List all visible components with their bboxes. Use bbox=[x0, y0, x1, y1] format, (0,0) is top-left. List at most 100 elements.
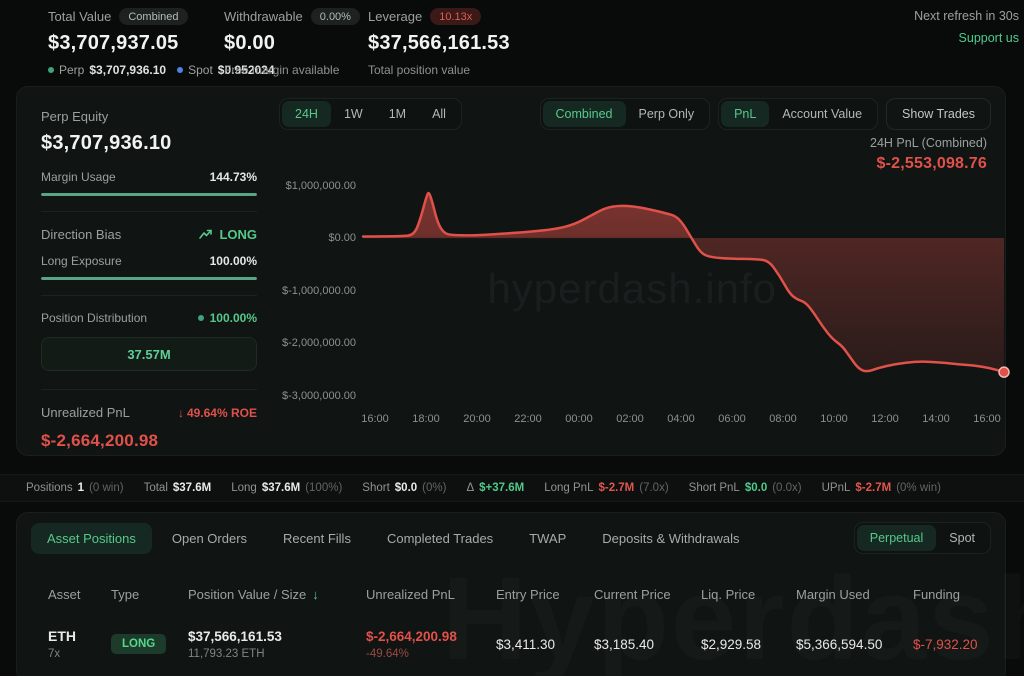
perp-dot-icon bbox=[48, 67, 54, 73]
range-button-1w[interactable]: 1W bbox=[331, 101, 376, 127]
support-us-link[interactable]: Support us bbox=[914, 31, 1019, 45]
column-header-funding[interactable]: Funding bbox=[913, 587, 1005, 602]
x-axis-label: 16:00 bbox=[361, 413, 389, 425]
x-axis-label: 02:00 bbox=[616, 413, 644, 425]
tab-deposits-withdrawals[interactable]: Deposits & Withdrawals bbox=[586, 523, 755, 554]
column-header-unrealized-pnl[interactable]: Unrealized PnL bbox=[366, 587, 496, 602]
perp-equity-label: Perp Equity bbox=[41, 109, 257, 124]
arrow-down-icon: ↓ bbox=[178, 406, 184, 420]
row-roe: -49.64% bbox=[366, 648, 496, 660]
x-axis-label: 14:00 bbox=[922, 413, 950, 425]
market-button-spot[interactable]: Spot bbox=[936, 525, 988, 551]
tab-twap[interactable]: TWAP bbox=[513, 523, 582, 554]
position-type-badge: LONG bbox=[111, 634, 166, 654]
mode-button-combined[interactable]: Combined bbox=[543, 101, 626, 127]
mode-button-perp-only[interactable]: Perp Only bbox=[626, 101, 708, 127]
y-axis-label: $0.00 bbox=[328, 232, 356, 244]
long-exposure-bar bbox=[41, 277, 257, 280]
margin-usage-label: Margin Usage bbox=[41, 170, 116, 184]
unrealized-pnl-value: $-2,664,200.98 bbox=[41, 431, 257, 451]
pnl-chart-title: 24H PnL (Combined) bbox=[870, 136, 987, 150]
view-button-pnl[interactable]: PnL bbox=[721, 101, 769, 127]
x-axis-label: 06:00 bbox=[718, 413, 746, 425]
x-axis-label: 16:00 bbox=[973, 413, 1001, 425]
withdrawable-stat: Withdrawable 0.00% $0.00 Free margin ava… bbox=[224, 8, 360, 77]
table-row[interactable]: ETH 7x LONG $37,566,161.53 11,793.23 ETH… bbox=[17, 617, 1005, 671]
leverage-subtext: Total position value bbox=[368, 63, 510, 77]
y-axis-label: $-1,000,000.00 bbox=[282, 285, 356, 297]
positions-tabs: Asset PositionsOpen OrdersRecent FillsCo… bbox=[31, 523, 756, 554]
summary-item: Positions1(0 win) bbox=[26, 482, 124, 494]
summary-item: Δ$+37.6M bbox=[466, 482, 524, 494]
current-price: $3,185.40 bbox=[594, 637, 701, 652]
entry-price: $3,411.30 bbox=[496, 637, 594, 652]
position-distribution-box[interactable]: 37.57M bbox=[41, 337, 257, 371]
range-button-1m[interactable]: 1M bbox=[376, 101, 419, 127]
funding: $-7,932.20 bbox=[913, 637, 1005, 652]
x-axis-label: 18:00 bbox=[412, 413, 440, 425]
x-axis-label: 22:00 bbox=[514, 413, 542, 425]
asset-symbol: ETH bbox=[48, 628, 111, 644]
portfolio-card: Perp Equity $3,707,936.10 Margin Usage 1… bbox=[16, 86, 1006, 456]
perp-equity-value: $3,707,936.10 bbox=[41, 132, 257, 155]
account-summary-bar: Total Value Combined $3,707,937.05 Perp … bbox=[0, 0, 1024, 80]
withdrawable-pct-badge: 0.00% bbox=[311, 8, 360, 25]
column-header-asset[interactable]: Asset bbox=[48, 587, 111, 602]
withdrawable-value: $0.00 bbox=[224, 32, 360, 55]
leverage-label: Leverage bbox=[368, 9, 422, 24]
long-exposure-label: Long Exposure bbox=[41, 254, 122, 268]
withdrawable-subtext: Free margin available bbox=[224, 63, 360, 77]
positions-table-header: AssetTypePosition Value / Size↓Unrealize… bbox=[17, 579, 1005, 609]
positions-card: Hyperdash Asset PositionsOpen OrdersRece… bbox=[16, 512, 1006, 676]
divider bbox=[41, 295, 257, 296]
refresh-countdown: Next refresh in 30s bbox=[914, 9, 1019, 23]
long-exposure-value: 100.00% bbox=[210, 254, 257, 268]
pnl-plot-area[interactable]: hyperdash.info bbox=[363, 174, 1004, 404]
column-header-entry-price[interactable]: Entry Price bbox=[496, 587, 594, 602]
range-button-24h[interactable]: 24H bbox=[282, 101, 331, 127]
distribution-dot-icon bbox=[198, 315, 204, 321]
summary-item: Long$37.6M(100%) bbox=[231, 482, 342, 494]
divider bbox=[41, 211, 257, 212]
x-axis-label: 10:00 bbox=[820, 413, 848, 425]
tab-recent-fills[interactable]: Recent Fills bbox=[267, 523, 367, 554]
summary-item: Short$0.0(0%) bbox=[362, 482, 446, 494]
column-header-current-price[interactable]: Current Price bbox=[594, 587, 701, 602]
leverage-stat: Leverage 10.13x $37,566,161.53 Total pos… bbox=[368, 8, 510, 77]
column-header-liq-price[interactable]: Liq. Price bbox=[701, 587, 796, 602]
pnl-chart-value: $-2,553,098.76 bbox=[870, 155, 987, 173]
summary-item: Total$37.6M bbox=[144, 482, 212, 494]
pnl-area-fill bbox=[363, 193, 1004, 372]
y-axis-label: $1,000,000.00 bbox=[286, 180, 356, 192]
direction-bias-label: Direction Bias bbox=[41, 227, 121, 242]
sort-desc-icon: ↓ bbox=[312, 587, 319, 602]
summary-item: Short PnL$0.0(0.0x) bbox=[689, 482, 802, 494]
chart-view-group: PnLAccount Value bbox=[718, 98, 878, 130]
y-axis-label: $-3,000,000.00 bbox=[282, 390, 356, 402]
direction-bias-value: LONG bbox=[219, 227, 257, 242]
column-header-position-value-size[interactable]: Position Value / Size↓ bbox=[188, 587, 366, 602]
view-button-account-value[interactable]: Account Value bbox=[769, 101, 875, 127]
current-value-dot bbox=[999, 367, 1009, 377]
column-header-margin-used[interactable]: Margin Used bbox=[796, 587, 913, 602]
position-value: $37,566,161.53 bbox=[188, 629, 366, 644]
tab-completed-trades[interactable]: Completed Trades bbox=[371, 523, 509, 554]
time-range-group: 24H1W1MAll bbox=[279, 98, 462, 130]
portfolio-sidebar: Perp Equity $3,707,936.10 Margin Usage 1… bbox=[41, 109, 257, 451]
combined-badge: Combined bbox=[119, 8, 187, 25]
column-header-type[interactable]: Type bbox=[111, 587, 188, 602]
y-axis-label: $-2,000,000.00 bbox=[282, 337, 356, 349]
show-trades-button[interactable]: Show Trades bbox=[886, 98, 991, 130]
total-value-label: Total Value bbox=[48, 9, 111, 24]
pnl-chart-section: 24H1W1MAll CombinedPerp Only PnLAccount … bbox=[279, 87, 999, 455]
tab-open-orders[interactable]: Open Orders bbox=[156, 523, 263, 554]
x-axis-label: 00:00 bbox=[565, 413, 593, 425]
market-button-perpetual[interactable]: Perpetual bbox=[857, 525, 937, 551]
summary-item: UPnL$-2.7M(0% win) bbox=[822, 482, 941, 494]
position-distribution-label: Position Distribution bbox=[41, 311, 147, 325]
tab-asset-positions[interactable]: Asset Positions bbox=[31, 523, 152, 554]
margin-usage-bar bbox=[41, 193, 257, 196]
perp-label: Perp bbox=[59, 63, 84, 77]
range-button-all[interactable]: All bbox=[419, 101, 459, 127]
spot-label: Spot bbox=[188, 63, 213, 77]
